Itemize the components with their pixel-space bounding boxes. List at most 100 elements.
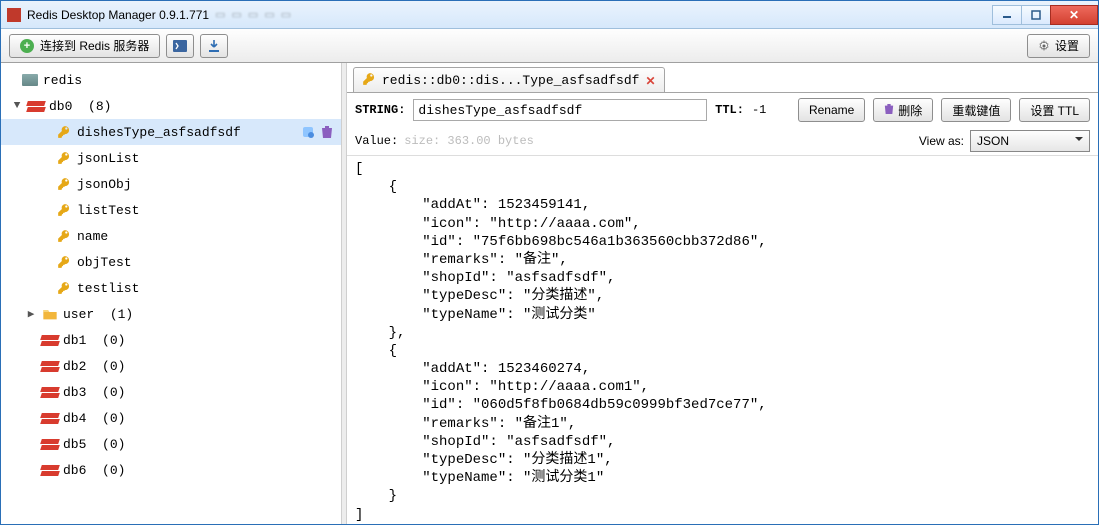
content-pane: redis::db0::dis...Type_asfsadfsdf ✕ STRI… — [347, 63, 1098, 524]
connect-label: 连接到 Redis 服务器 — [40, 37, 149, 54]
key-label: objTest — [77, 255, 335, 270]
other-tabs-blurred: ▭▭▭▭▭ — [215, 8, 291, 21]
window-controls: ✕ — [993, 5, 1098, 25]
key-label: testlist — [77, 281, 335, 296]
trash-icon[interactable] — [321, 125, 335, 139]
minimize-button[interactable] — [992, 5, 1022, 25]
close-button[interactable]: ✕ — [1050, 5, 1098, 25]
twisty-icon[interactable]: ▼ — [11, 100, 23, 112]
tab-close-icon[interactable]: ✕ — [645, 74, 655, 88]
gear-icon — [1038, 40, 1050, 52]
twisty-icon[interactable]: ▶ — [25, 307, 37, 321]
db-count: (0) — [102, 437, 125, 452]
tree-key[interactable]: ▶ name — [1, 223, 341, 249]
titlebar: Redis Desktop Manager 0.9.1.771 ▭▭▭▭▭ ✕ — [1, 1, 1098, 29]
import-button[interactable] — [200, 34, 228, 58]
ttl-label: TTL: — [715, 103, 744, 117]
tree-key[interactable]: ▶ objTest — [1, 249, 341, 275]
view-as-select[interactable]: JSON — [970, 130, 1090, 152]
rename-button[interactable]: Rename — [798, 98, 865, 122]
ttl-value: -1 — [752, 103, 790, 117]
server-label: redis — [43, 73, 335, 88]
key-icon — [55, 203, 73, 217]
settings-button[interactable]: 设置 — [1027, 34, 1090, 58]
app-icon — [7, 8, 21, 22]
tree-key[interactable]: ▶ testlist — [1, 275, 341, 301]
key-name-input[interactable] — [413, 99, 707, 121]
tree-db0[interactable]: ▼ db0 (8) — [1, 93, 341, 119]
tree-db[interactable]: ▶db4 (0) — [1, 405, 341, 431]
key-label: name — [77, 229, 335, 244]
db-label: db2 — [63, 359, 86, 374]
db-label: db1 — [63, 333, 86, 348]
console-button[interactable] — [166, 34, 194, 58]
folder-count: (1) — [110, 307, 133, 322]
db-label: db0 — [49, 99, 72, 114]
db-icon — [41, 333, 59, 347]
key-infobar: STRING: TTL: -1 Rename 删除 重载键值 设置 TTL — [347, 93, 1098, 127]
db-count: (8) — [88, 99, 111, 114]
window-title: Redis Desktop Manager 0.9.1.771 — [27, 8, 209, 22]
tree-key[interactable]: ▶ jsonObj — [1, 171, 341, 197]
tabstrip: redis::db0::dis...Type_asfsadfsdf ✕ — [347, 63, 1098, 93]
connect-button[interactable]: + 连接到 Redis 服务器 — [9, 34, 160, 58]
main-split: ▶ redis ▼ db0 (8) ▶ dishesType_asfsadfsd… — [1, 63, 1098, 524]
tree-db[interactable]: ▶db2 (0) — [1, 353, 341, 379]
db-count: (0) — [102, 411, 125, 426]
view-as-value: JSON — [977, 134, 1009, 148]
db-label: db6 — [63, 463, 86, 478]
key-icon — [55, 255, 73, 269]
db-count: (0) — [102, 463, 125, 478]
tree-db[interactable]: ▶db5 (0) — [1, 431, 341, 457]
tree-key-dishesType[interactable]: ▶ dishesType_asfsadfsdf — [1, 119, 341, 145]
tree-db[interactable]: ▶db3 (0) — [1, 379, 341, 405]
key-icon — [55, 281, 73, 295]
type-label: STRING: — [355, 103, 405, 117]
db-icon — [41, 385, 59, 399]
value-label: Value: — [355, 134, 398, 148]
reload-button[interactable]: 重载键值 — [941, 98, 1011, 122]
folder-icon — [41, 307, 59, 321]
size-label: size: 363.00 bytes — [404, 134, 534, 148]
db-label: db4 — [63, 411, 86, 426]
tree: ▶ redis ▼ db0 (8) ▶ dishesType_asfsadfsd… — [1, 63, 341, 487]
delete-button[interactable]: 删除 — [873, 98, 933, 122]
db-icon — [41, 359, 59, 373]
maximize-button[interactable] — [1021, 5, 1051, 25]
value-viewer[interactable]: [ { "addAt": 1523459141, "icon": "http:/… — [347, 155, 1098, 524]
filter-icon[interactable] — [301, 125, 315, 139]
value-bar: Value: size: 363.00 bytes View as: JSON — [347, 127, 1098, 155]
db-count: (0) — [102, 385, 125, 400]
db-icon — [27, 99, 45, 113]
key-icon — [55, 229, 73, 243]
trash-icon — [884, 103, 894, 118]
key-label: jsonList — [77, 151, 335, 166]
db-count: (0) — [102, 359, 125, 374]
value-text: [ { "addAt": 1523459141, "icon": "http:/… — [347, 156, 1098, 524]
db-label: db5 — [63, 437, 86, 452]
set-ttl-button[interactable]: 设置 TTL — [1019, 98, 1090, 122]
sidebar[interactable]: ▶ redis ▼ db0 (8) ▶ dishesType_asfsadfsd… — [1, 63, 341, 524]
plus-icon: + — [20, 39, 34, 53]
tree-key[interactable]: ▶ listTest — [1, 197, 341, 223]
tree-key[interactable]: ▶ jsonList — [1, 145, 341, 171]
key-label: dishesType_asfsadfsdf — [77, 125, 301, 140]
folder-label: user — [63, 307, 94, 322]
db-count: (0) — [102, 333, 125, 348]
key-label: jsonObj — [77, 177, 335, 192]
toolbar: + 连接到 Redis 服务器 设置 — [1, 29, 1098, 63]
tab-key[interactable]: redis::db0::dis...Type_asfsadfsdf ✕ — [353, 67, 665, 93]
key-icon — [55, 151, 73, 165]
app-window: Redis Desktop Manager 0.9.1.771 ▭▭▭▭▭ ✕ … — [0, 0, 1099, 525]
tree-db[interactable]: ▶db1 (0) — [1, 327, 341, 353]
tree-folder-user[interactable]: ▶ user (1) — [1, 301, 341, 327]
key-icon — [55, 125, 73, 139]
db-icon — [41, 411, 59, 425]
tab-label: redis::db0::dis...Type_asfsadfsdf — [382, 73, 639, 88]
db-icon — [41, 437, 59, 451]
tree-db[interactable]: ▶db6 (0) — [1, 457, 341, 483]
settings-label: 设置 — [1055, 37, 1079, 54]
tree-server[interactable]: ▶ redis — [1, 67, 341, 93]
view-as-label: View as: — [919, 134, 964, 148]
server-icon — [21, 74, 39, 86]
